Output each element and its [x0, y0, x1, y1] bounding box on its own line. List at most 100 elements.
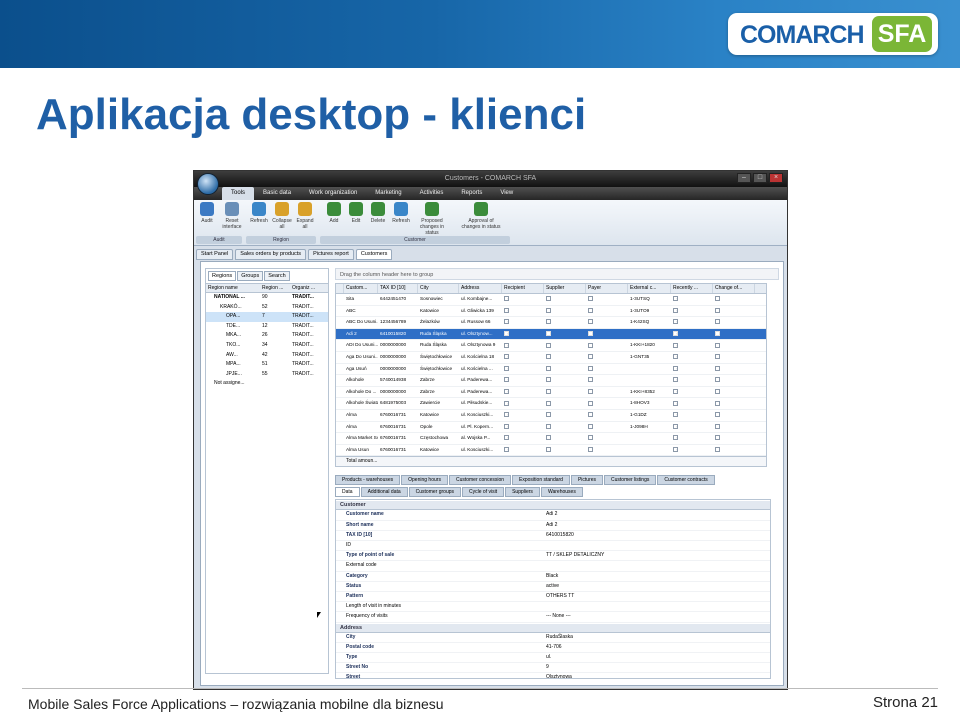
grid-column-header[interactable]: External c... — [628, 284, 671, 293]
menu-tab-6[interactable]: View — [491, 187, 522, 200]
tree-row[interactable]: MPA... 51 TRADIT... — [206, 360, 328, 370]
tree-column-header[interactable]: Organiz ... — [292, 284, 324, 292]
property-value[interactable]: TT / SKLEP DETALICZNY — [546, 551, 770, 560]
property-value[interactable]: Black — [546, 572, 770, 581]
doc-tab-0[interactable]: Start Panel — [196, 249, 234, 260]
checked-checkbox[interactable]: ✓ — [673, 389, 678, 395]
checked-checkbox[interactable]: ✓ — [504, 412, 509, 418]
detail-subtab[interactable]: Suppliers — [505, 487, 540, 498]
checked-checkbox[interactable]: ✓ — [504, 400, 509, 406]
unchecked-checkbox[interactable] — [715, 354, 720, 360]
customer-row[interactable]: Alkohole Świata 6481975003 Zawiercie ul. Pi… — [336, 398, 766, 410]
unchecked-checkbox[interactable] — [546, 377, 551, 383]
ribbon-button-3[interactable]: Collapse all — [272, 202, 292, 230]
unchecked-checkbox[interactable] — [715, 446, 720, 452]
checked-checkbox[interactable]: ✓ — [673, 446, 678, 452]
unchecked-checkbox[interactable] — [546, 389, 551, 395]
unchecked-checkbox[interactable] — [588, 435, 593, 441]
unchecked-checkbox[interactable] — [588, 296, 593, 302]
property-value[interactable]: active — [546, 582, 770, 591]
unchecked-checkbox[interactable] — [546, 365, 551, 371]
unchecked-checkbox[interactable] — [546, 331, 551, 337]
customer-row[interactable]: Aga Usuń 0000000000 Świętochłowice ul. Kośc… — [336, 364, 766, 376]
grid-column-header[interactable]: Supplier — [544, 284, 586, 293]
grid-column-header[interactable]: City — [418, 284, 459, 293]
ribbon-button-1[interactable]: Reset interface — [220, 202, 244, 230]
checked-checkbox[interactable]: ✓ — [673, 296, 678, 302]
customer-row[interactable]: Alkohole 5740014938 Zabrze ul. Paderewa... ✓… — [336, 375, 766, 387]
grid-column-header[interactable]: TAX ID [10] — [378, 284, 418, 293]
tree-row[interactable]: KRAKÓ... 52 TRADIT... — [206, 303, 328, 313]
property-value[interactable]: 41-706 — [546, 643, 770, 652]
unchecked-checkbox[interactable] — [588, 446, 593, 452]
tree-row[interactable]: AW... 42 TRADIT... — [206, 351, 328, 361]
unchecked-checkbox[interactable] — [715, 307, 720, 313]
unchecked-checkbox[interactable] — [715, 412, 720, 418]
menu-tab-5[interactable]: Reports — [452, 187, 491, 200]
detail-tab[interactable]: Customer contracts — [657, 475, 715, 486]
grid-column-header[interactable]: Recipient — [502, 284, 544, 293]
doc-tab-3[interactable]: Customers — [355, 249, 393, 260]
ribbon-button-7[interactable]: Delete — [368, 202, 388, 224]
ribbon-button-0[interactable]: Audit — [198, 202, 216, 224]
detail-tab[interactable]: Opening hours — [401, 475, 448, 486]
property-value[interactable]: OTHERS TT — [546, 592, 770, 601]
ribbon-button-2[interactable]: Refresh — [249, 202, 269, 224]
tree-row[interactable]: TKO... 34 TRADIT... — [206, 341, 328, 351]
checked-checkbox[interactable]: ✓ — [673, 307, 678, 313]
ribbon-button-4[interactable]: Expand all — [295, 202, 315, 230]
unchecked-checkbox[interactable] — [588, 400, 593, 406]
detail-subtab[interactable]: Cycle of visit — [462, 487, 505, 498]
tree-row[interactable]: JPJE... 55 TRADIT... — [206, 370, 328, 380]
unchecked-checkbox[interactable] — [588, 365, 593, 371]
tree-row[interactable]: Not assigne... — [206, 379, 328, 389]
unchecked-checkbox[interactable] — [546, 435, 551, 441]
checked-checkbox[interactable]: ✓ — [673, 377, 678, 383]
checked-checkbox[interactable]: ✓ — [673, 412, 678, 418]
unchecked-checkbox[interactable] — [546, 319, 551, 325]
unchecked-checkbox[interactable] — [715, 423, 720, 429]
unchecked-checkbox[interactable] — [546, 400, 551, 406]
checked-checkbox[interactable]: ✓ — [673, 331, 678, 337]
unchecked-checkbox[interactable] — [588, 423, 593, 429]
grid-column-header[interactable]: Address — [459, 284, 502, 293]
checked-checkbox[interactable]: ✓ — [504, 307, 509, 313]
close-button[interactable]: × — [769, 173, 783, 183]
detail-subtab[interactable]: Data — [335, 487, 360, 498]
customer-row[interactable]: Aga Do Usuni... 0000000000 Świętochłowice u… — [336, 352, 766, 364]
checked-checkbox[interactable]: ✓ — [673, 365, 678, 371]
unchecked-checkbox[interactable] — [588, 412, 593, 418]
property-value[interactable]: RudaŚlaska — [546, 633, 770, 642]
tree-row[interactable]: OPA... 7 TRADIT... — [206, 312, 328, 322]
checked-checkbox[interactable]: ✓ — [673, 435, 678, 441]
tree-row[interactable]: NATIONAL ... 90 TRADIT... — [206, 293, 328, 303]
checked-checkbox[interactable]: ✓ — [673, 354, 678, 360]
detail-tab[interactable]: Customer concession — [448, 475, 512, 486]
property-value[interactable]: 6410015820 — [546, 531, 770, 540]
property-value[interactable]: Olsztynowa — [546, 673, 770, 678]
unchecked-checkbox[interactable] — [715, 400, 720, 406]
customer-row[interactable]: Sita 6442451470 Sosnowiec ul. Kombajne... ✓ 1… — [336, 294, 766, 306]
grid-column-header[interactable]: Change of... — [713, 284, 755, 293]
unchecked-checkbox[interactable] — [546, 446, 551, 452]
property-value[interactable]: Adi 2 — [546, 510, 770, 519]
tree-column-header[interactable]: Region name — [208, 284, 262, 292]
group-by-hint[interactable]: Drag the column header here to group — [335, 268, 779, 280]
detail-tab[interactable]: Pictures — [570, 475, 604, 486]
detail-subtab[interactable]: Additional data — [360, 487, 408, 498]
ribbon-button-8[interactable]: Refresh — [391, 202, 411, 224]
customer-row[interactable]: Alma Market SA 6760016731 Częstochowa al. W… — [336, 433, 766, 445]
customer-row[interactable]: Alma 6760016731 Katowice ul. Kosciuszki... ✓… — [336, 410, 766, 422]
property-value[interactable]: ul. — [546, 653, 770, 662]
minimize-button[interactable]: – — [737, 173, 751, 183]
checked-checkbox[interactable]: ✓ — [504, 435, 509, 441]
checked-checkbox[interactable]: ✓ — [673, 319, 678, 325]
unchecked-checkbox[interactable] — [588, 331, 593, 337]
doc-tab-1[interactable]: Sales orders by products — [235, 249, 307, 260]
property-value[interactable] — [546, 541, 770, 550]
unchecked-checkbox[interactable] — [588, 342, 593, 348]
checked-checkbox[interactable]: ✓ — [504, 423, 509, 429]
customer-row[interactable]: Adi 2 6410015820 Ruda Śląska ul. Olsztynow.… — [336, 328, 766, 341]
customer-row[interactable]: Alma Usun 6760016731 Katowice ul. Kosciuszk… — [336, 445, 766, 457]
unchecked-checkbox[interactable] — [588, 319, 593, 325]
